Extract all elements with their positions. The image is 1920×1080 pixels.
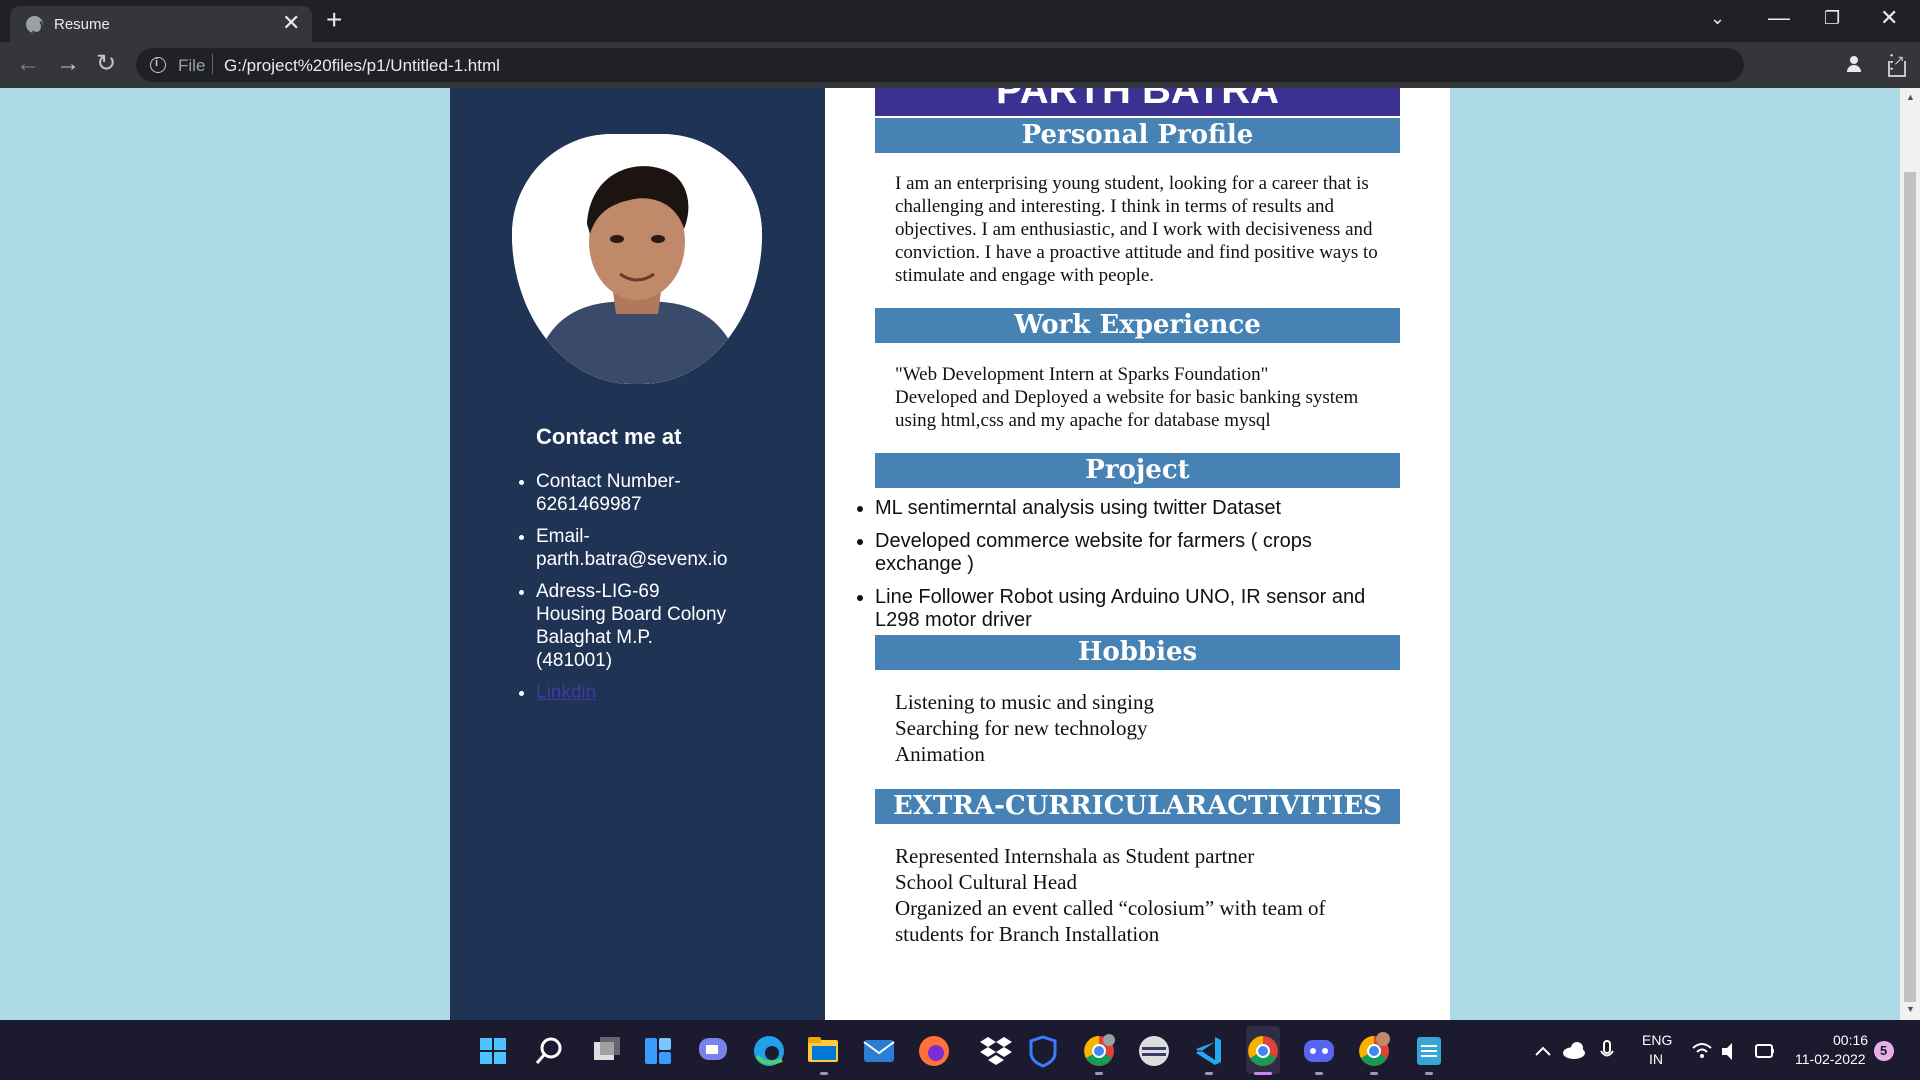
windows-start-icon[interactable] — [480, 1038, 506, 1064]
microphone-icon[interactable] — [1600, 1040, 1614, 1057]
project-item: ML sentimerntal analysis using twitter D… — [875, 497, 1400, 520]
extracurricular-item: Represented Internshala as Student partn… — [895, 844, 1255, 868]
chrome-profile-icon[interactable] — [1084, 1034, 1115, 1066]
tab-resume[interactable]: Resume ✕ — [10, 6, 312, 42]
resume-sidebar: Contact me at Contact Number- 6261469987… — [450, 88, 825, 1020]
chrome-icon[interactable] — [1246, 1026, 1280, 1074]
resume-content: PARTH BATRA Personal Profile I am an ent… — [825, 88, 1450, 1020]
minimize-button[interactable]: — — [1768, 4, 1790, 32]
url-text[interactable]: G:/project%20files/p1/Untitled-1.html — [224, 56, 500, 76]
work-line: Developed and Deployed a website for bas… — [895, 387, 1359, 431]
profile-photo — [512, 134, 762, 384]
hobby-item: Animation — [895, 742, 985, 766]
work-line: "Web Development Intern at Sparks Founda… — [895, 364, 1269, 385]
notification-count: 5 — [1880, 1043, 1888, 1058]
globe-icon — [26, 16, 43, 34]
new-tab-button[interactable]: + — [326, 6, 342, 34]
security-icon[interactable] — [1029, 1035, 1057, 1068]
scroll-up-icon[interactable]: ▲ — [1906, 92, 1915, 102]
project-list: ML sentimerntal analysis using twitter D… — [875, 497, 1400, 642]
hobbies-block: Listening to music and singing Searching… — [895, 689, 1395, 767]
language-bottom[interactable]: IN — [1649, 1051, 1663, 1067]
tray-chevron-icon[interactable] — [1535, 1046, 1551, 1056]
wifi-icon[interactable] — [1692, 1043, 1712, 1058]
personal-profile-heading: Personal Profile — [875, 118, 1400, 153]
scroll-thumb[interactable] — [1904, 172, 1916, 1002]
volume-icon[interactable] — [1722, 1043, 1732, 1060]
terminal-icon[interactable] — [1139, 1036, 1169, 1066]
language-top[interactable]: ENG — [1642, 1032, 1672, 1048]
firefox-icon[interactable] — [919, 1036, 949, 1066]
name-heading: PARTH BATRA — [875, 88, 1400, 116]
url-scheme-label: File — [178, 56, 206, 75]
tab-close-icon[interactable]: ✕ — [282, 12, 300, 34]
mail-icon[interactable] — [863, 1040, 895, 1062]
battery-icon[interactable] — [1755, 1044, 1774, 1058]
profile-icon[interactable] — [1844, 54, 1864, 74]
clock-time[interactable]: 00:16 — [1833, 1032, 1868, 1048]
personal-profile-text: I am an enterprising young student, look… — [895, 173, 1378, 286]
clock-date[interactable]: 11-02-2022 — [1795, 1051, 1866, 1067]
browser-toolbar: ← → ↻ File G:/project%20files/p1/Untitle… — [0, 42, 1920, 88]
restore-button[interactable]: ❐ — [1824, 4, 1840, 32]
tab-title: Resume — [54, 16, 110, 33]
project-item: Line Follower Robot using Arduino UNO, I… — [875, 586, 1400, 632]
linkedin-link[interactable]: Linkdin — [536, 682, 596, 703]
scroll-down-icon[interactable]: ▼ — [1906, 1004, 1915, 1014]
hobby-item: Searching for new technology — [895, 716, 1148, 740]
onedrive-icon[interactable] — [1563, 1042, 1585, 1059]
work-experience-heading: Work Experience — [875, 308, 1400, 343]
notepad-icon[interactable] — [1417, 1037, 1441, 1065]
contact-phone: Contact Number- 6261469987 — [536, 470, 806, 516]
url-separator — [212, 54, 213, 74]
contact-heading: Contact me at — [536, 424, 682, 449]
discord-icon[interactable] — [1304, 1040, 1334, 1062]
contact-address: Adress-LIG-69 Housing Board Colony Balag… — [536, 580, 806, 672]
extracurricular-item: School Cultural Head — [895, 870, 1077, 894]
page-scrollbar[interactable]: ▲ ▼ — [1900, 88, 1920, 1020]
hobby-item: Listening to music and singing — [895, 690, 1154, 714]
contact-email: Email- parth.batra@sevenx.io — [536, 525, 806, 571]
task-view-icon[interactable] — [594, 1037, 620, 1060]
extracurricular-heading: EXTRA-CURRICULARACTIVITIES — [875, 789, 1400, 824]
project-item: Developed commerce website for farmers (… — [875, 530, 1400, 576]
taskbar: ENG IN 00:16 11-02-2022 5 — [0, 1020, 1920, 1080]
page-viewport: Contact me at Contact Number- 6261469987… — [0, 88, 1900, 1020]
info-icon[interactable] — [150, 57, 166, 73]
teams-chat-icon[interactable] — [699, 1038, 727, 1060]
search-icon[interactable] — [535, 1037, 562, 1064]
extracurricular-block: Represented Internshala as Student partn… — [895, 843, 1395, 947]
back-icon[interactable]: ← — [16, 50, 40, 78]
forward-icon[interactable]: → — [56, 50, 80, 78]
close-window-button[interactable]: ✕ — [1880, 4, 1898, 32]
widgets-icon[interactable] — [645, 1038, 671, 1064]
extracurricular-item: Organized an event called “colosium” wit… — [895, 896, 1326, 946]
address-bar[interactable]: File G:/project%20files/p1/Untitled-1.ht… — [136, 48, 1906, 82]
file-explorer-icon[interactable] — [808, 1037, 838, 1062]
taskbar-icons — [480, 1026, 1894, 1075]
profile-photo-illustration — [512, 134, 762, 384]
contact-linkedin-item: Linkdin — [536, 681, 806, 704]
vscode-icon[interactable] — [1196, 1037, 1221, 1065]
menu-icon[interactable]: ··· — [1881, 52, 1903, 72]
work-experience-block: "Web Development Intern at Sparks Founda… — [895, 363, 1395, 432]
hobbies-heading: Hobbies — [875, 635, 1400, 670]
reload-icon[interactable]: ↻ — [96, 50, 116, 78]
project-heading: Project — [875, 453, 1400, 488]
contact-list: Contact Number- 6261469987 Email- parth.… — [536, 470, 806, 713]
tab-search-icon[interactable]: ⌄ — [1710, 4, 1725, 32]
edge-icon[interactable] — [754, 1036, 784, 1066]
dropbox-icon[interactable] — [980, 1037, 1012, 1065]
chrome-profile-2-icon[interactable] — [1359, 1032, 1390, 1066]
tab-strip: Resume ✕ + ⌄ — ❐ ✕ — [0, 0, 1920, 42]
